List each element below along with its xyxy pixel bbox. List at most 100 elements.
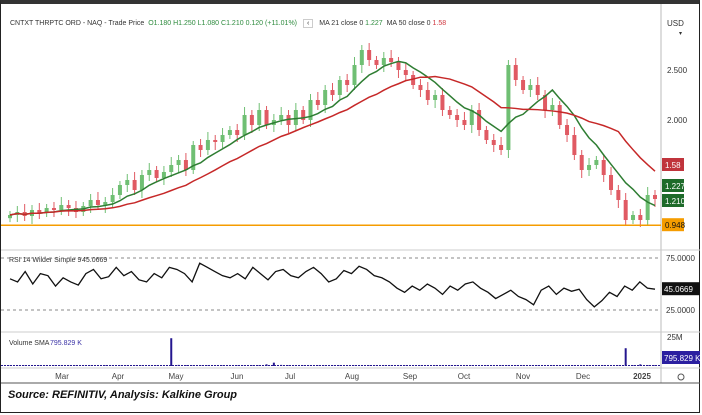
candle-body — [323, 90, 328, 105]
candle-body — [220, 135, 225, 142]
candle-body — [587, 165, 592, 170]
candle-body — [352, 65, 357, 85]
candle-body — [645, 195, 650, 220]
candle-body — [330, 90, 335, 95]
candle-body — [213, 140, 218, 142]
candle-body — [249, 115, 254, 125]
candle-body — [59, 205, 64, 210]
candle-body — [367, 50, 372, 60]
volume-bar — [170, 338, 173, 366]
x-tick-label: Sep — [403, 372, 418, 381]
candle-body — [609, 175, 614, 190]
x-tick-label: Aug — [345, 372, 359, 381]
volume-tick-label: 25M — [667, 333, 683, 342]
settings-gear-icon[interactable] — [677, 373, 685, 381]
candle-body — [374, 60, 379, 65]
candle-body — [117, 185, 122, 195]
price-tick-label: 2.000 — [667, 116, 688, 125]
candle-body — [623, 200, 628, 220]
x-tick-label: Jul — [285, 372, 295, 381]
candle-body — [51, 208, 56, 210]
x-tick-label: Oct — [458, 372, 471, 381]
candle-body — [403, 70, 408, 75]
x-tick-label: 2025 — [633, 372, 651, 381]
candle-body — [242, 115, 247, 135]
x-tick-label: Apr — [112, 372, 125, 381]
candle-body — [528, 85, 533, 90]
candle-body — [616, 190, 621, 200]
candle-body — [447, 110, 452, 115]
candle-body — [176, 160, 181, 165]
volume-value-label: 795.829 K — [50, 340, 82, 347]
candle-body — [88, 200, 93, 206]
candle-body — [279, 115, 284, 120]
candle-body — [227, 130, 232, 135]
candle-body — [125, 180, 130, 185]
candle-body — [462, 120, 467, 125]
candle-body — [521, 80, 526, 90]
candle-body — [565, 125, 570, 135]
candle-body — [631, 215, 636, 220]
candle-body — [579, 155, 584, 170]
candle-body — [594, 160, 599, 165]
candle-body — [169, 165, 174, 172]
x-tick-label: Mar — [55, 372, 69, 381]
candle-body — [147, 170, 152, 175]
candle-body — [601, 160, 606, 175]
candle-body — [638, 215, 643, 220]
candle-body — [205, 140, 210, 150]
price-tick-label: 2.500 — [667, 66, 688, 75]
candle-body — [440, 95, 445, 110]
candle-body — [66, 205, 71, 208]
candle-body — [425, 90, 430, 100]
candle-body — [491, 140, 496, 145]
x-tick-label: May — [168, 372, 183, 381]
candle-body — [477, 110, 482, 130]
candle-body — [359, 50, 364, 65]
candle-body — [257, 110, 262, 125]
candle-body — [198, 145, 203, 150]
x-tick-label: Nov — [516, 372, 530, 381]
candle-body — [315, 100, 320, 105]
x-tick-label: Dec — [576, 372, 590, 381]
price-tag-label: 1.227 — [665, 182, 686, 191]
volume-title: Volume SMA — [9, 340, 50, 347]
x-tick-label: Jun — [231, 372, 244, 381]
rsi-tick-label: 25.0000 — [666, 306, 695, 315]
candle-body — [455, 115, 460, 120]
candle-body — [161, 172, 166, 178]
candle-body — [418, 85, 423, 90]
volume-value-tag-label: 795.829 K — [664, 354, 701, 363]
price-tag-label: 1.58 — [665, 161, 681, 170]
candle-body — [293, 110, 298, 125]
candle-body — [110, 195, 115, 202]
candle-body — [653, 195, 657, 199]
candle-body — [95, 200, 100, 205]
rsi-line — [9, 262, 656, 308]
candle-body — [557, 105, 562, 125]
candle-body — [484, 130, 489, 140]
price-tag-label: 0.948 — [665, 221, 686, 230]
candle-body — [345, 80, 350, 85]
source-caption: Source: REFINITIV, Analysis: Kalkine Gro… — [8, 389, 238, 401]
candle-body — [264, 110, 269, 125]
candle-body — [433, 95, 438, 100]
price-tag-label: 1.210 — [665, 197, 686, 206]
candle-body — [381, 58, 386, 65]
chart-svg: 2.5002.0000.9481.581.2271.210RSI 14 Wild… — [1, 4, 701, 384]
candle-body — [396, 62, 401, 70]
candle-body — [389, 58, 394, 62]
candle-body — [550, 105, 555, 110]
volume-bar — [624, 348, 627, 366]
candle-body — [235, 130, 240, 135]
candle-body — [572, 135, 577, 155]
candle-body — [513, 65, 518, 80]
candle-body — [499, 145, 504, 150]
candle-body — [535, 85, 540, 95]
rsi-tick-label: 75.0000 — [666, 254, 695, 263]
candle-body — [132, 180, 137, 190]
rsi-value-tag-label: 45.0669 — [664, 285, 693, 294]
candle-body — [139, 175, 144, 190]
candle-body — [154, 170, 159, 178]
candle-body — [337, 80, 342, 95]
